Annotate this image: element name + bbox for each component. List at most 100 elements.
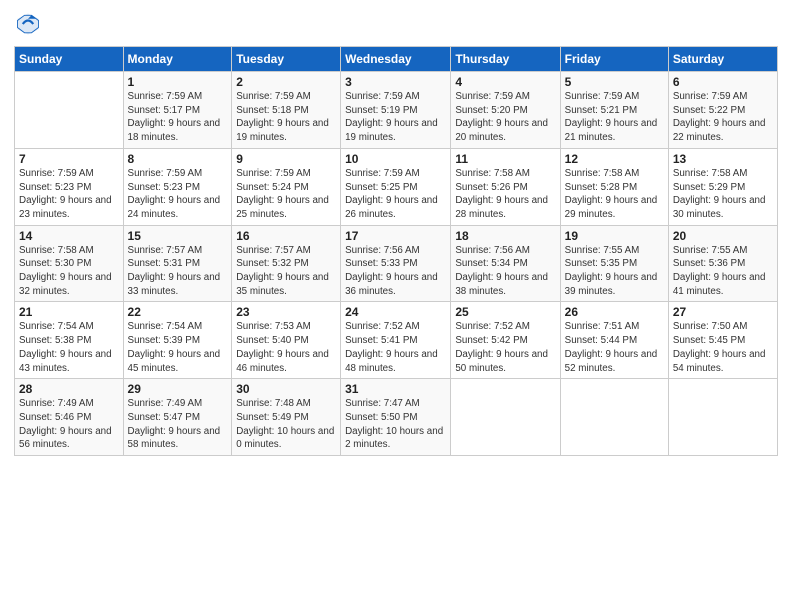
week-row-2: 14 Sunrise: 7:58 AMSunset: 5:30 PMDayligh… bbox=[15, 225, 778, 302]
page-container: SundayMondayTuesdayWednesdayThursdayFrid… bbox=[0, 0, 792, 464]
table-row: 22 Sunrise: 7:54 AMSunset: 5:39 PMDayligh… bbox=[123, 302, 232, 379]
day-info: Sunrise: 7:50 AMSunset: 5:45 PMDaylight:… bbox=[673, 321, 766, 373]
table-row: 6 Sunrise: 7:59 AMSunset: 5:22 PMDaylight… bbox=[668, 72, 777, 149]
calendar-table: SundayMondayTuesdayWednesdayThursdayFrid… bbox=[14, 46, 778, 456]
day-info: Sunrise: 7:51 AMSunset: 5:44 PMDaylight:… bbox=[565, 321, 658, 373]
day-info: Sunrise: 7:57 AMSunset: 5:32 PMDaylight:… bbox=[236, 245, 329, 297]
day-number: 19 bbox=[565, 229, 664, 243]
table-row bbox=[668, 379, 777, 456]
day-info: Sunrise: 7:54 AMSunset: 5:38 PMDaylight:… bbox=[19, 321, 112, 373]
day-info: Sunrise: 7:59 AMSunset: 5:22 PMDaylight:… bbox=[673, 91, 766, 143]
table-row: 23 Sunrise: 7:53 AMSunset: 5:40 PMDayligh… bbox=[232, 302, 341, 379]
table-row: 25 Sunrise: 7:52 AMSunset: 5:42 PMDayligh… bbox=[451, 302, 560, 379]
table-row: 2 Sunrise: 7:59 AMSunset: 5:18 PMDaylight… bbox=[232, 72, 341, 149]
day-number: 23 bbox=[236, 305, 336, 319]
day-number: 30 bbox=[236, 382, 336, 396]
day-info: Sunrise: 7:56 AMSunset: 5:33 PMDaylight:… bbox=[345, 245, 438, 297]
day-number: 15 bbox=[128, 229, 228, 243]
table-row: 26 Sunrise: 7:51 AMSunset: 5:44 PMDayligh… bbox=[560, 302, 668, 379]
table-row bbox=[451, 379, 560, 456]
day-number: 31 bbox=[345, 382, 446, 396]
day-number: 9 bbox=[236, 152, 336, 166]
day-of-week-header: SundayMondayTuesdayWednesdayThursdayFrid… bbox=[15, 47, 778, 72]
day-number: 3 bbox=[345, 75, 446, 89]
day-number: 21 bbox=[19, 305, 119, 319]
day-info: Sunrise: 7:52 AMSunset: 5:42 PMDaylight:… bbox=[455, 321, 548, 373]
table-row: 14 Sunrise: 7:58 AMSunset: 5:30 PMDayligh… bbox=[15, 225, 124, 302]
table-row: 31 Sunrise: 7:47 AMSunset: 5:50 PMDayligh… bbox=[341, 379, 451, 456]
day-number: 28 bbox=[19, 382, 119, 396]
day-info: Sunrise: 7:59 AMSunset: 5:23 PMDaylight:… bbox=[19, 168, 112, 220]
day-number: 24 bbox=[345, 305, 446, 319]
dow-monday: Monday bbox=[123, 47, 232, 72]
logo-icon bbox=[14, 10, 42, 38]
day-info: Sunrise: 7:55 AMSunset: 5:36 PMDaylight:… bbox=[673, 245, 766, 297]
day-number: 13 bbox=[673, 152, 773, 166]
calendar-body: 1Sunrise: 7:59 AMSunset: 5:17 PMDaylight… bbox=[15, 72, 778, 456]
day-info: Sunrise: 7:53 AMSunset: 5:40 PMDaylight:… bbox=[236, 321, 329, 373]
day-number: 26 bbox=[565, 305, 664, 319]
page-header bbox=[14, 10, 778, 38]
dow-tuesday: Tuesday bbox=[232, 47, 341, 72]
table-row: 20 Sunrise: 7:55 AMSunset: 5:36 PMDayligh… bbox=[668, 225, 777, 302]
day-number: 2 bbox=[236, 75, 336, 89]
day-info: Sunrise: 7:59 AMSunset: 5:23 PMDaylight:… bbox=[128, 168, 221, 220]
day-number: 22 bbox=[128, 305, 228, 319]
day-number: 25 bbox=[455, 305, 555, 319]
table-row: 5Sunrise: 7:59 AMSunset: 5:21 PMDaylight… bbox=[560, 72, 668, 149]
dow-sunday: Sunday bbox=[15, 47, 124, 72]
table-row: 13 Sunrise: 7:58 AMSunset: 5:29 PMDayligh… bbox=[668, 148, 777, 225]
table-row: 15 Sunrise: 7:57 AMSunset: 5:31 PMDayligh… bbox=[123, 225, 232, 302]
day-info: Sunrise: 7:58 AMSunset: 5:30 PMDaylight:… bbox=[19, 245, 112, 297]
day-info: Sunrise: 7:59 AMSunset: 5:17 PMDaylight:… bbox=[128, 91, 221, 143]
day-info: Sunrise: 7:59 AMSunset: 5:24 PMDaylight:… bbox=[236, 168, 329, 220]
dow-friday: Friday bbox=[560, 47, 668, 72]
day-info: Sunrise: 7:52 AMSunset: 5:41 PMDaylight:… bbox=[345, 321, 438, 373]
day-info: Sunrise: 7:59 AMSunset: 5:20 PMDaylight:… bbox=[455, 91, 548, 143]
day-number: 18 bbox=[455, 229, 555, 243]
day-info: Sunrise: 7:49 AMSunset: 5:47 PMDaylight:… bbox=[128, 398, 221, 450]
day-number: 7 bbox=[19, 152, 119, 166]
table-row: 29 Sunrise: 7:49 AMSunset: 5:47 PMDayligh… bbox=[123, 379, 232, 456]
day-number: 20 bbox=[673, 229, 773, 243]
day-number: 14 bbox=[19, 229, 119, 243]
week-row-3: 21 Sunrise: 7:54 AMSunset: 5:38 PMDayligh… bbox=[15, 302, 778, 379]
day-number: 10 bbox=[345, 152, 446, 166]
week-row-0: 1Sunrise: 7:59 AMSunset: 5:17 PMDaylight… bbox=[15, 72, 778, 149]
day-number: 27 bbox=[673, 305, 773, 319]
table-row: 7 Sunrise: 7:59 AMSunset: 5:23 PMDaylight… bbox=[15, 148, 124, 225]
day-number: 8 bbox=[128, 152, 228, 166]
table-row bbox=[560, 379, 668, 456]
day-info: Sunrise: 7:58 AMSunset: 5:29 PMDaylight:… bbox=[673, 168, 766, 220]
logo bbox=[14, 10, 46, 38]
day-info: Sunrise: 7:49 AMSunset: 5:46 PMDaylight:… bbox=[19, 398, 112, 450]
day-info: Sunrise: 7:59 AMSunset: 5:25 PMDaylight:… bbox=[345, 168, 438, 220]
day-number: 17 bbox=[345, 229, 446, 243]
day-number: 12 bbox=[565, 152, 664, 166]
table-row: 9 Sunrise: 7:59 AMSunset: 5:24 PMDaylight… bbox=[232, 148, 341, 225]
table-row: 1Sunrise: 7:59 AMSunset: 5:17 PMDaylight… bbox=[123, 72, 232, 149]
table-row: 10 Sunrise: 7:59 AMSunset: 5:25 PMDayligh… bbox=[341, 148, 451, 225]
table-row: 3Sunrise: 7:59 AMSunset: 5:19 PMDaylight… bbox=[341, 72, 451, 149]
day-number: 5 bbox=[565, 75, 664, 89]
table-row: 28 Sunrise: 7:49 AMSunset: 5:46 PMDayligh… bbox=[15, 379, 124, 456]
dow-wednesday: Wednesday bbox=[341, 47, 451, 72]
day-info: Sunrise: 7:57 AMSunset: 5:31 PMDaylight:… bbox=[128, 245, 221, 297]
table-row: 18Sunrise: 7:56 AMSunset: 5:34 PMDayligh… bbox=[451, 225, 560, 302]
day-info: Sunrise: 7:47 AMSunset: 5:50 PMDaylight:… bbox=[345, 398, 443, 450]
day-number: 6 bbox=[673, 75, 773, 89]
table-row: 11Sunrise: 7:58 AMSunset: 5:26 PMDayligh… bbox=[451, 148, 560, 225]
day-number: 4 bbox=[455, 75, 555, 89]
table-row: 27 Sunrise: 7:50 AMSunset: 5:45 PMDayligh… bbox=[668, 302, 777, 379]
day-number: 16 bbox=[236, 229, 336, 243]
table-row: 8 Sunrise: 7:59 AMSunset: 5:23 PMDaylight… bbox=[123, 148, 232, 225]
day-info: Sunrise: 7:48 AMSunset: 5:49 PMDaylight:… bbox=[236, 398, 334, 450]
table-row bbox=[15, 72, 124, 149]
day-number: 29 bbox=[128, 382, 228, 396]
table-row: 21 Sunrise: 7:54 AMSunset: 5:38 PMDayligh… bbox=[15, 302, 124, 379]
day-info: Sunrise: 7:58 AMSunset: 5:26 PMDaylight:… bbox=[455, 168, 548, 220]
week-row-1: 7 Sunrise: 7:59 AMSunset: 5:23 PMDaylight… bbox=[15, 148, 778, 225]
day-info: Sunrise: 7:54 AMSunset: 5:39 PMDaylight:… bbox=[128, 321, 221, 373]
dow-thursday: Thursday bbox=[451, 47, 560, 72]
day-info: Sunrise: 7:59 AMSunset: 5:18 PMDaylight:… bbox=[236, 91, 329, 143]
